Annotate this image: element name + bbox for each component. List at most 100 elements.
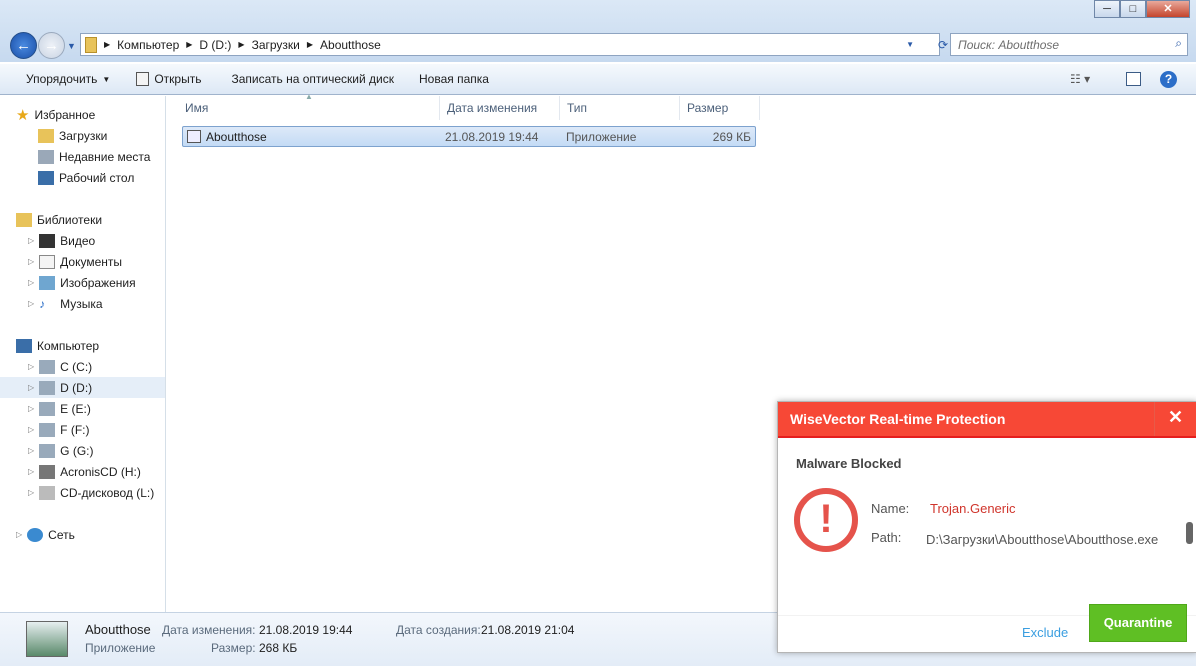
open-button[interactable]: Открыть [123, 72, 214, 86]
network-icon [27, 527, 44, 542]
details-name: Aboutthose [85, 622, 151, 637]
breadcrumb-d[interactable]: D (D:) [199, 38, 231, 52]
popup-scrollbar[interactable] [1186, 522, 1193, 544]
desktop-icon [38, 170, 54, 185]
nav-label: Загрузки [59, 128, 108, 143]
organize-button[interactable]: Упорядочить ▼ [0, 72, 123, 86]
open-label: Открыть [154, 72, 202, 86]
breadcrumb-aboutthose[interactable]: Aboutthose [320, 38, 381, 52]
malware-name: Trojan.Generic [930, 501, 1016, 516]
column-size[interactable]: Размер [680, 96, 760, 120]
file-date: 21.08.2019 19:44 [445, 130, 539, 144]
forward-button[interactable]: → [38, 32, 65, 59]
drive-icon [39, 359, 56, 374]
breadcrumb-computer[interactable]: Компьютер [117, 38, 179, 52]
nav-label: Компьютер [37, 338, 100, 353]
address-dropdown-icon[interactable]: ▼ [906, 40, 914, 49]
close-button[interactable]: ✕ [1146, 0, 1190, 18]
nav-label: E (E:) [60, 401, 91, 416]
file-row[interactable]: Aboutthose 21.08.2019 19:44 Приложение 2… [182, 126, 756, 147]
help-icon[interactable]: ? [1160, 70, 1177, 88]
nav-favorites[interactable]: ★ Избранное [16, 104, 181, 125]
recent-places-icon [38, 149, 54, 164]
nav-label: CD-дисковод (L:) [60, 485, 155, 500]
drive-icon [39, 422, 56, 437]
nav-label: Рабочий стол [59, 170, 135, 185]
navigation-pane: ★ Избранное Загрузки Недавние места Рабоч… [0, 96, 166, 612]
details-modified-label: Дата изменения: [162, 623, 256, 637]
cd-drive-icon [39, 485, 56, 500]
nav-label: Библиотеки [37, 212, 103, 227]
warning-icon: ! [794, 488, 858, 552]
nav-label: Избранное [34, 107, 96, 122]
nav-label: Недавние места [59, 149, 151, 164]
search-placeholder: Поиск: Aboutthose [958, 38, 1060, 52]
nav-libraries[interactable]: Библиотеки [16, 209, 181, 230]
details-size: 268 КБ [259, 641, 298, 655]
name-label: Name: [871, 501, 910, 516]
nav-label: Изображения [60, 275, 136, 290]
file-size: 269 КБ [712, 130, 751, 144]
wisevector-popup: WiseVector Real-time Protection ✕ Malware… [777, 401, 1196, 653]
usb-drive-icon [39, 464, 56, 479]
nav-label: AcronisCD (H:) [60, 464, 141, 479]
computer-icon [16, 338, 32, 353]
documents-icon [39, 254, 56, 269]
address-bar[interactable]: ▶ Компьютер ▶ D (D:) ▶ Загрузки ▶ Aboutthose… [80, 33, 948, 56]
column-name[interactable]: Имя [178, 96, 440, 120]
recent-dropdown-icon[interactable]: ▼ [67, 41, 76, 51]
exclude-link[interactable]: Exclude [1022, 625, 1068, 640]
quarantine-button[interactable]: Quarantine [1089, 604, 1187, 642]
video-icon [39, 233, 56, 248]
chevron-down-icon: ▼ [102, 74, 111, 84]
nav-computer[interactable]: Компьютер [16, 335, 181, 356]
file-name: Aboutthose [206, 130, 267, 144]
nav-label: Сеть [48, 527, 75, 542]
search-input[interactable]: Поиск: Aboutthose ⌕ [950, 33, 1188, 56]
file-thumbnail-icon [26, 621, 68, 657]
nav-label: C (C:) [60, 359, 93, 374]
preview-pane-icon[interactable] [1126, 72, 1141, 86]
search-icon[interactable]: ⌕ [1175, 36, 1182, 51]
details-created-label: Дата создания: [396, 623, 481, 637]
star-icon: ★ [16, 106, 30, 124]
malware-path: D:\Загрузки\Aboutthose\Aboutthose.exe [926, 532, 1159, 547]
nav-network[interactable]: ▷ Сеть [16, 524, 181, 545]
back-button[interactable]: ← [10, 32, 37, 59]
popup-title: WiseVector Real-time Protection [790, 411, 1006, 427]
nav-label: G (G:) [60, 443, 94, 458]
popup-heading: Malware Blocked [796, 456, 902, 471]
libraries-icon [16, 212, 32, 227]
view-options-icon[interactable]: ☷ ▾ [1070, 72, 1090, 86]
toolbar: Упорядочить ▼ Открыть Записать на оптичес… [0, 63, 1196, 95]
popup-close-button[interactable]: ✕ [1154, 402, 1196, 436]
burn-button[interactable]: Записать на оптический диск [214, 72, 407, 86]
drive-icon [39, 401, 56, 416]
nav-label: Документы [60, 254, 123, 269]
drive-icon [39, 380, 56, 395]
breadcrumb-downloads[interactable]: Загрузки [252, 38, 300, 52]
folder-icon [85, 36, 97, 53]
app-icon [187, 130, 201, 143]
column-date[interactable]: Дата изменения [440, 96, 560, 120]
maximize-button[interactable]: □ [1120, 0, 1146, 18]
new-folder-button[interactable]: Новая папка [407, 72, 502, 86]
details-modified: 21.08.2019 19:44 [259, 623, 353, 637]
nav-label: D (D:) [60, 380, 93, 395]
music-icon: ♪ [39, 296, 46, 311]
minimize-button[interactable]: ─ [1094, 0, 1120, 18]
details-size-label: Размер: [211, 641, 256, 655]
refresh-icon[interactable]: ⟳ [938, 38, 948, 52]
organize-label: Упорядочить [26, 72, 98, 86]
file-type: Приложение [566, 130, 637, 144]
nav-label: Видео [60, 233, 96, 248]
pictures-icon [39, 275, 56, 290]
column-type[interactable]: Тип [560, 96, 680, 120]
nav-drive-d[interactable]: ▷ D (D:) [0, 377, 165, 398]
nav-label: F (F:) [60, 422, 90, 437]
path-label: Path: [871, 530, 902, 545]
drive-icon [39, 443, 56, 458]
downloads-folder-icon [38, 128, 54, 143]
app-icon [136, 72, 150, 86]
details-created: 21.08.2019 21:04 [481, 623, 575, 637]
